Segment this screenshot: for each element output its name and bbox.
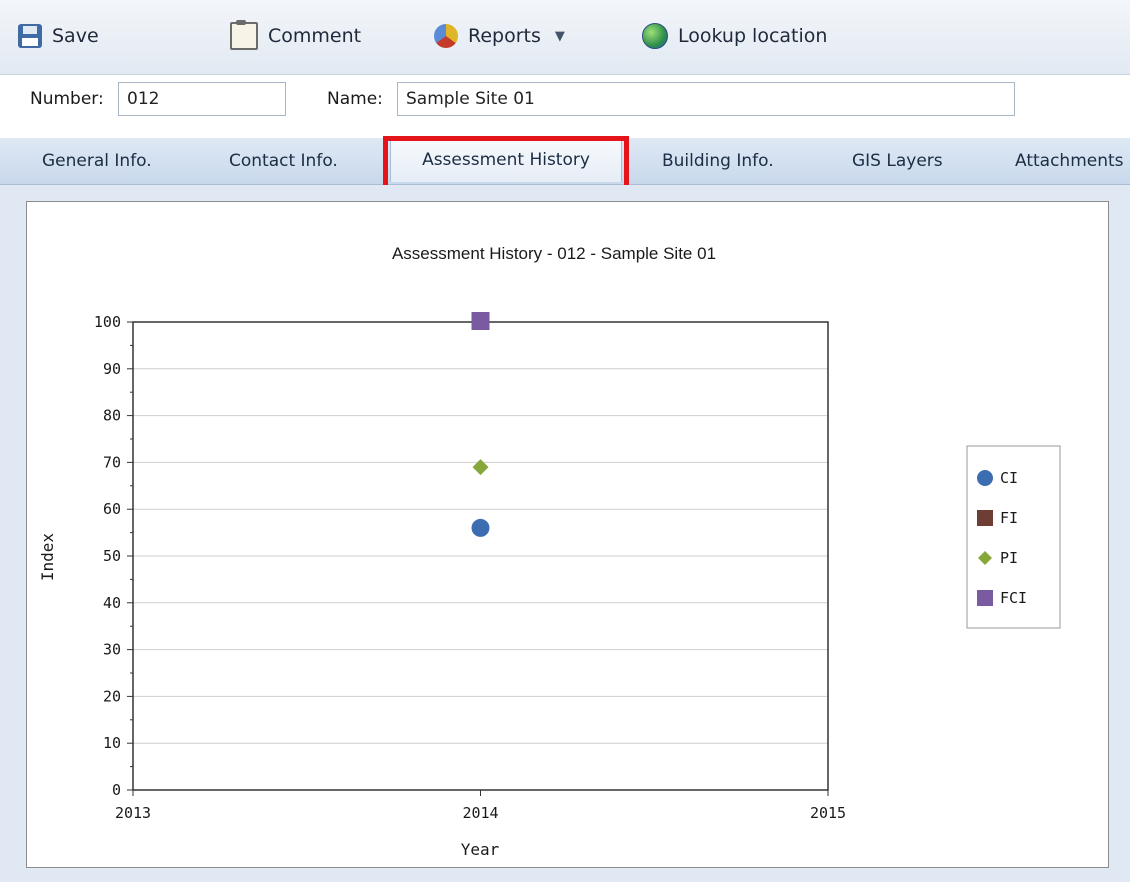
legend-label-ci: CI (1000, 469, 1018, 487)
assessment-history-chart: Assessment History - 012 - Sample Site 0… (38, 244, 1061, 859)
data-point-pi (472, 459, 489, 476)
chart-panel: Assessment History - 012 - Sample Site 0… (26, 201, 1109, 868)
legend-label-fi: FI (1000, 509, 1018, 527)
tab-bar: General Info. Contact Info. Assessment H… (0, 138, 1130, 185)
chart-marks (471, 312, 490, 537)
number-input[interactable] (118, 82, 286, 116)
save-label: Save (52, 25, 99, 47)
chart-gridlines (133, 368, 828, 744)
comment-label: Comment (268, 25, 362, 47)
comment-icon (230, 20, 258, 50)
y-tick-label: 50 (103, 547, 121, 565)
globe-icon (642, 23, 668, 49)
save-icon (18, 24, 42, 48)
legend-marker-ci (977, 470, 993, 486)
lookup-location-button[interactable]: Lookup location (642, 18, 827, 54)
data-point-ci (471, 518, 490, 537)
reports-label: Reports (468, 25, 541, 47)
chevron-down-icon[interactable]: ▼ (555, 29, 565, 44)
legend-marker-fi (977, 510, 993, 526)
y-tick-label: 90 (103, 360, 121, 378)
x-tick-label: 2014 (462, 804, 498, 822)
y-tick-label: 0 (112, 781, 121, 799)
number-label: Number: (30, 89, 104, 109)
legend-marker-fci (977, 590, 993, 606)
x-axis-label: Year (461, 840, 500, 859)
save-button[interactable]: Save (18, 18, 99, 54)
toolbar: Save Comment Reports ▼ Lookup location (0, 0, 1130, 75)
tab-general-info[interactable]: General Info. (42, 138, 152, 184)
lookup-location-label: Lookup location (678, 25, 828, 47)
reports-button[interactable]: Reports ▼ (434, 18, 565, 54)
tab-assessment-history[interactable]: Assessment History (390, 138, 622, 182)
name-input[interactable] (397, 82, 1015, 116)
legend-label-pi: PI (1000, 549, 1018, 567)
y-axis-label: Index (38, 533, 57, 582)
tab-contact-info[interactable]: Contact Info. (229, 138, 338, 184)
tab-gis-layers[interactable]: GIS Layers (852, 138, 943, 184)
legend-label-fci: FCI (1000, 589, 1027, 607)
x-tick-label: 2015 (810, 804, 846, 822)
comment-button[interactable]: Comment (230, 18, 361, 54)
y-tick-label: 40 (103, 594, 121, 612)
x-tick-label: 2013 (115, 804, 151, 822)
y-tick-label: 70 (103, 453, 121, 471)
y-tick-label: 30 (103, 641, 121, 659)
tab-attachments[interactable]: Attachments (1015, 138, 1124, 184)
y-tick-label: 80 (103, 407, 121, 425)
chart-legend: CI FI PI FCI (966, 445, 1061, 629)
data-point-fci (471, 312, 490, 330)
y-tick-label: 60 (103, 500, 121, 518)
y-tick-label: 20 (103, 687, 121, 705)
y-tick-label: 100 (94, 313, 121, 331)
chart-title: Assessment History - 012 - Sample Site 0… (392, 244, 716, 263)
chart-ticks: 0 10 20 30 40 50 60 70 80 90 100 2013 2014 2015 (94, 313, 846, 822)
reports-icon (434, 24, 458, 48)
name-label: Name: (327, 89, 383, 109)
tab-building-info[interactable]: Building Info. (662, 138, 774, 184)
y-tick-label: 10 (103, 734, 121, 752)
